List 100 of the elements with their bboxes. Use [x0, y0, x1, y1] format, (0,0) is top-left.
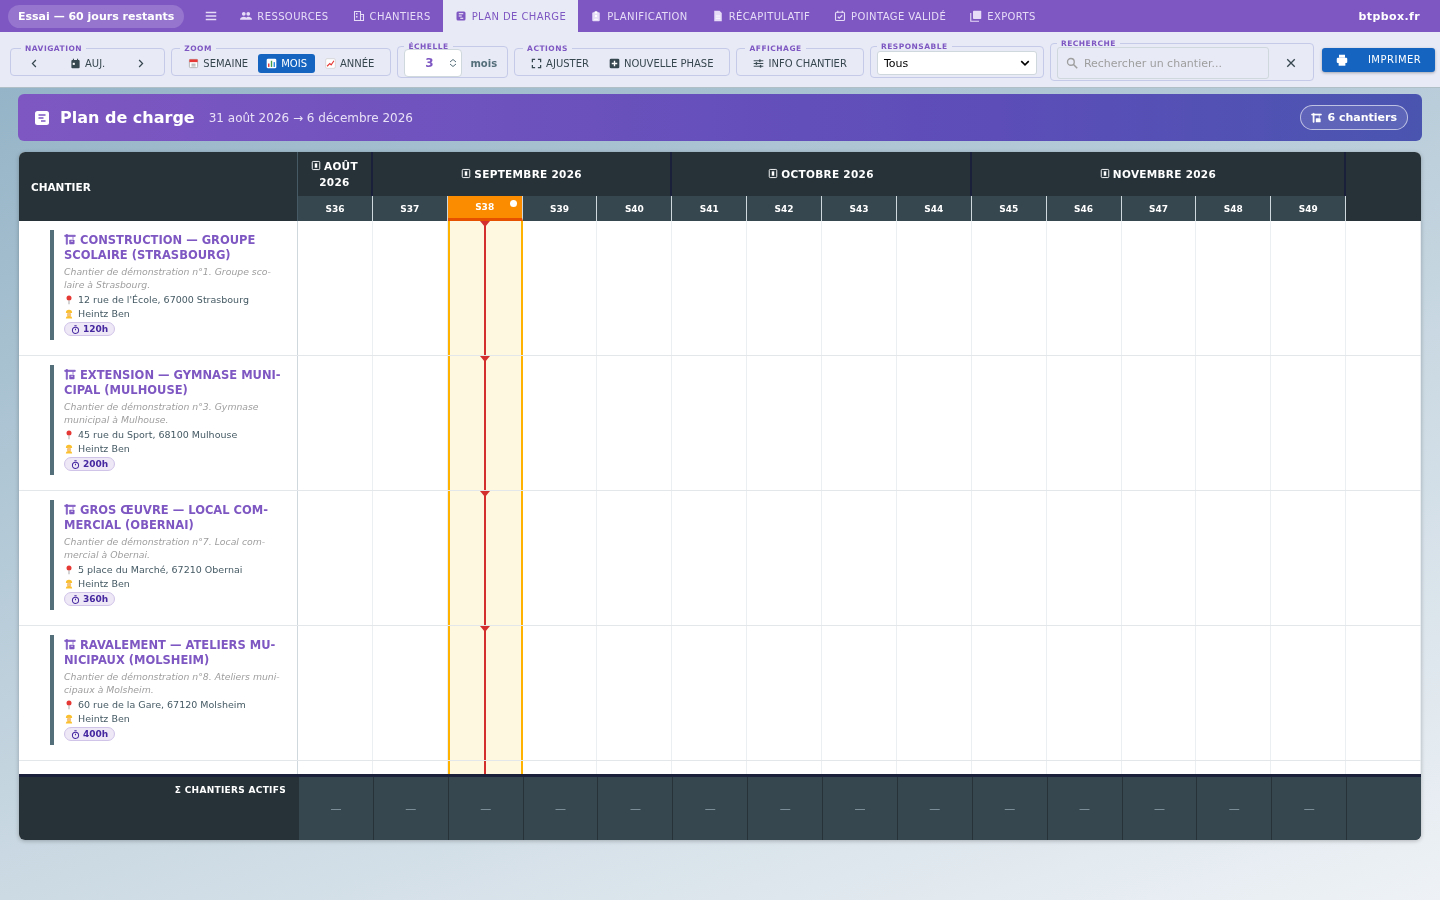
week-header: S41 [672, 196, 748, 221]
site-address: 12 rue de l'École, 67000 Strasbourg [78, 294, 249, 305]
total-cell: — [672, 777, 748, 840]
hours-badge: 120h [64, 322, 116, 336]
week-header: S39 [522, 196, 598, 221]
site-manager: Heintz Ben [78, 443, 130, 454]
crane-icon [64, 233, 76, 245]
week-header: S48 [1196, 196, 1272, 221]
total-cell: — [896, 777, 972, 840]
today-button[interactable]: AUJ. [62, 53, 114, 73]
calendar-icon [768, 168, 779, 179]
week-header: S49 [1271, 196, 1347, 221]
manager-select[interactable]: Tous [876, 51, 1037, 75]
totals-label: Σ CHANTIERS ACTIFS [173, 784, 287, 797]
close-icon[interactable] [1284, 57, 1297, 69]
caret-icon [1019, 58, 1030, 68]
expand-icon [531, 57, 543, 69]
site-title[interactable]: CONSTRUCTION — GROUPE SCOLAIRE (STRASBOURG) [64, 232, 287, 262]
worker-icon [64, 713, 74, 724]
nav-tab[interactable]: CHANTIERS [340, 0, 443, 32]
worker-icon [64, 578, 74, 589]
search-icon [1065, 57, 1078, 69]
clipboard-icon [590, 10, 603, 22]
nav-tab[interactable]: RÉCAPITULATIF [699, 0, 823, 32]
site-manager: Heintz Ben [78, 713, 130, 724]
site-manager: Heintz Ben [78, 308, 130, 319]
site-address: 45 rue du Sport, 68100 Mulhouse [78, 429, 238, 440]
pdf-icon [970, 10, 983, 22]
week-header: S46 [1046, 196, 1122, 221]
nav-tab[interactable]: RESSOURCES [228, 0, 341, 32]
month-header: AOÛT 2026 [304, 158, 365, 190]
printer-icon [1335, 53, 1348, 66]
page-icon [711, 10, 724, 22]
total-cell: — [522, 777, 598, 840]
site-description: Chantier de démonstration n°1. Groupe sco-laire à Strasbourg. [64, 265, 272, 291]
total-cell: — [597, 777, 673, 840]
week-header: S38 [447, 196, 523, 221]
calendar-icon [1099, 168, 1110, 179]
timer-icon [71, 594, 80, 604]
nav-tab[interactable]: PLAN DE CHARGE [442, 0, 579, 32]
count-text: 6 chantiers [1327, 111, 1397, 124]
site-description: Chantier de démonstration n°3. Gymnase municipal à Mulhouse. [64, 400, 260, 426]
total-cell: — [1121, 777, 1197, 840]
calendar-icon [188, 57, 200, 69]
hours-badge: 400h [64, 727, 116, 741]
menu-icon[interactable] [204, 9, 219, 23]
line-chart-icon [325, 57, 336, 69]
site-title[interactable]: EXTENSION — GYMNASE MUNI-CIPAL (MULHOUSE) [64, 367, 287, 397]
total-cell: — [1271, 777, 1347, 840]
document-icon [34, 109, 50, 126]
worker-icon [64, 308, 74, 319]
total-cell: — [447, 777, 523, 840]
print-button[interactable]: IMPRIMER [1321, 47, 1436, 72]
column-header: CHANTIER [31, 180, 91, 193]
site-description: Chantier de démonstration n°8. Ateliers muni-cipaux à Molsheim. [64, 670, 281, 696]
nav-tab[interactable]: EXPORTS [958, 0, 1048, 32]
trial-badge[interactable]: Essai — 60 jours restants [8, 4, 185, 28]
info-button[interactable]: INFO CHANTIER [745, 53, 855, 73]
calendar-check-icon [834, 10, 847, 22]
total-cell: — [298, 777, 373, 840]
nav-tab[interactable]: POINTAGE VALIDÉ [822, 0, 959, 32]
month-header: OCTOBRE 2026 [768, 166, 874, 182]
zoom-option[interactable]: MOIS [258, 53, 315, 73]
bar-chart-icon [266, 57, 278, 69]
crane-icon [1311, 112, 1323, 123]
brand-name[interactable]: btpbox.fr [1358, 9, 1432, 23]
calendar-icon [70, 57, 81, 69]
crane-icon [64, 368, 76, 380]
action-button[interactable]: AJUSTER [523, 53, 597, 73]
timer-icon [71, 324, 80, 334]
timer-icon [71, 459, 80, 469]
week-header: S43 [822, 196, 897, 221]
today-marker [480, 356, 491, 362]
week-header: S42 [747, 196, 823, 221]
nav-tab[interactable]: PLANIFICATION [578, 0, 700, 32]
stepper-icon [449, 56, 458, 70]
crane-icon [64, 503, 76, 515]
site-address: 60 rue de la Gare, 67120 Molsheim [78, 699, 246, 710]
calendar-icon [461, 168, 472, 179]
site-description: Chantier de démonstration n°7. Local com-mercial à Obernai. [64, 535, 267, 561]
site-manager: Heintz Ben [78, 578, 130, 589]
zoom-option[interactable]: SEMAINE [180, 53, 257, 73]
scale-input[interactable]: 3 [404, 49, 463, 77]
site-address: 5 place du Marché, 67210 Obernai [78, 564, 243, 575]
total-cell: — [971, 777, 1047, 840]
site-title[interactable]: RAVALEMENT — ATELIERS MU-NICIPAUX (MOLSHEIM) [64, 637, 287, 667]
total-cell: — [822, 777, 897, 840]
total-cell: — [747, 777, 823, 840]
today-marker [480, 491, 491, 497]
total-cell: — [1046, 777, 1122, 840]
site-title[interactable]: GROS ŒUVRE — LOCAL COM-MERCIAL (OBERNAI) [64, 502, 287, 532]
month-header: NOVEMBRE 2026 [1099, 166, 1217, 182]
timer-icon [71, 729, 80, 739]
sliders-icon [753, 57, 765, 69]
zoom-option[interactable]: ANNÉE [317, 53, 383, 73]
week-header: S36 [298, 196, 373, 221]
action-button[interactable]: NOUVELLE PHASE [600, 53, 722, 73]
week-header: S40 [597, 196, 673, 221]
week-header: S37 [372, 196, 448, 221]
week-header: S44 [896, 196, 972, 221]
